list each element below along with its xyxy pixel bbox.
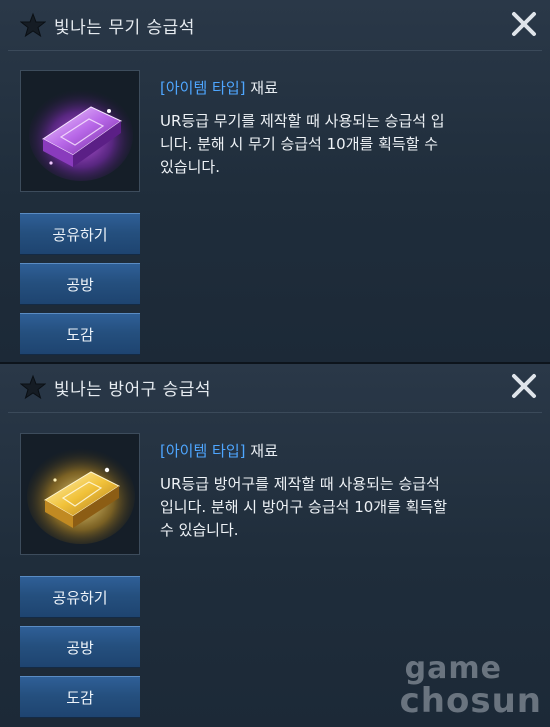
- codex-button[interactable]: 도감: [20, 313, 140, 355]
- item-type-value: 재료: [250, 442, 278, 460]
- item-type-line: [아이템 타입] 재료: [160, 440, 278, 461]
- description-line: UR등급 방어구를 제작할 때 사용되는 승급석: [160, 475, 440, 493]
- panel-title: 빛나는 무기 승급석: [54, 18, 195, 38]
- close-icon[interactable]: [510, 372, 538, 400]
- close-icon[interactable]: [510, 10, 538, 38]
- item-info-panel-armor: 빛나는 방어구 승급석 [아이템 타입] 재료 UR등급 방어구를 제작할 때 …: [0, 362, 550, 727]
- description-line: 수 있습니다.: [160, 521, 239, 539]
- item-icon-frame: [20, 433, 140, 555]
- item-type-value: 재료: [250, 79, 278, 97]
- gamechosun-watermark: game chosun: [372, 651, 542, 723]
- share-button[interactable]: 공유하기: [20, 213, 140, 255]
- description-line: 입니다. 분해 시 방어구 승급석 10개를 획득할: [160, 498, 448, 516]
- item-type-label: [아이템 타입]: [160, 79, 246, 97]
- item-info-panel-weapon: 빛나는 무기 승급석 [아이템 타입] 재료 UR등급 무기를 제작할 때 사용…: [0, 0, 550, 362]
- attack-defense-button[interactable]: 공방: [20, 626, 140, 668]
- codex-button[interactable]: 도감: [20, 676, 140, 718]
- watermark-line: chosun: [399, 681, 542, 721]
- description-line: UR등급 무기를 제작할 때 사용되는 승급석 입: [160, 112, 445, 130]
- star-icon: [20, 374, 46, 400]
- gold-gem-ingot-icon: [27, 448, 135, 544]
- item-description: UR등급 방어구를 제작할 때 사용되는 승급석 입니다. 분해 시 방어구 승…: [160, 473, 520, 542]
- purple-gem-ingot-icon: [29, 89, 133, 181]
- panel-title-bar: 빛나는 방어구 승급석: [0, 362, 550, 412]
- item-type-label: [아이템 타입]: [160, 442, 246, 460]
- title-divider: [8, 50, 542, 51]
- item-type-line: [아이템 타입] 재료: [160, 77, 278, 98]
- star-icon: [20, 12, 46, 38]
- panel-title: 빛나는 방어구 승급석: [54, 380, 212, 400]
- item-icon-frame: [20, 70, 140, 192]
- share-button[interactable]: 공유하기: [20, 576, 140, 618]
- item-description: UR등급 무기를 제작할 때 사용되는 승급석 입 니다. 분해 시 무기 승급…: [160, 110, 520, 179]
- description-line: 니다. 분해 시 무기 승급석 10개를 획득할 수: [160, 135, 439, 153]
- title-divider: [8, 412, 542, 413]
- panel-title-bar: 빛나는 무기 승급석: [0, 0, 550, 50]
- attack-defense-button[interactable]: 공방: [20, 263, 140, 305]
- description-line: 있습니다.: [160, 158, 220, 176]
